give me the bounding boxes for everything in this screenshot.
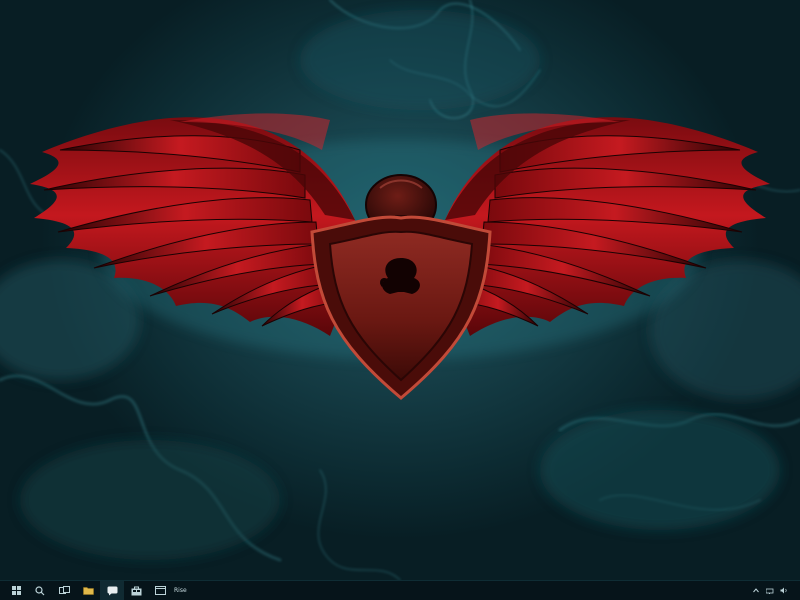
desktop[interactable]	[0, 0, 800, 580]
task-view-icon[interactable]	[52, 581, 76, 600]
chevron-up-icon[interactable]	[752, 586, 760, 596]
search-icon[interactable]	[28, 581, 52, 600]
wallpaper	[0, 0, 800, 580]
store-icon[interactable]	[124, 581, 148, 600]
taskbar-app-label[interactable]: Rise	[174, 587, 187, 594]
shield-icon	[310, 215, 492, 400]
network-icon[interactable]	[766, 586, 774, 596]
app-window-icon[interactable]	[148, 581, 172, 600]
taskbar: Rise	[0, 580, 800, 600]
chat-icon[interactable]	[100, 581, 124, 600]
volume-icon[interactable]	[780, 586, 788, 596]
windows-start-icon[interactable]	[4, 581, 28, 600]
file-explorer-icon[interactable]	[76, 581, 100, 600]
